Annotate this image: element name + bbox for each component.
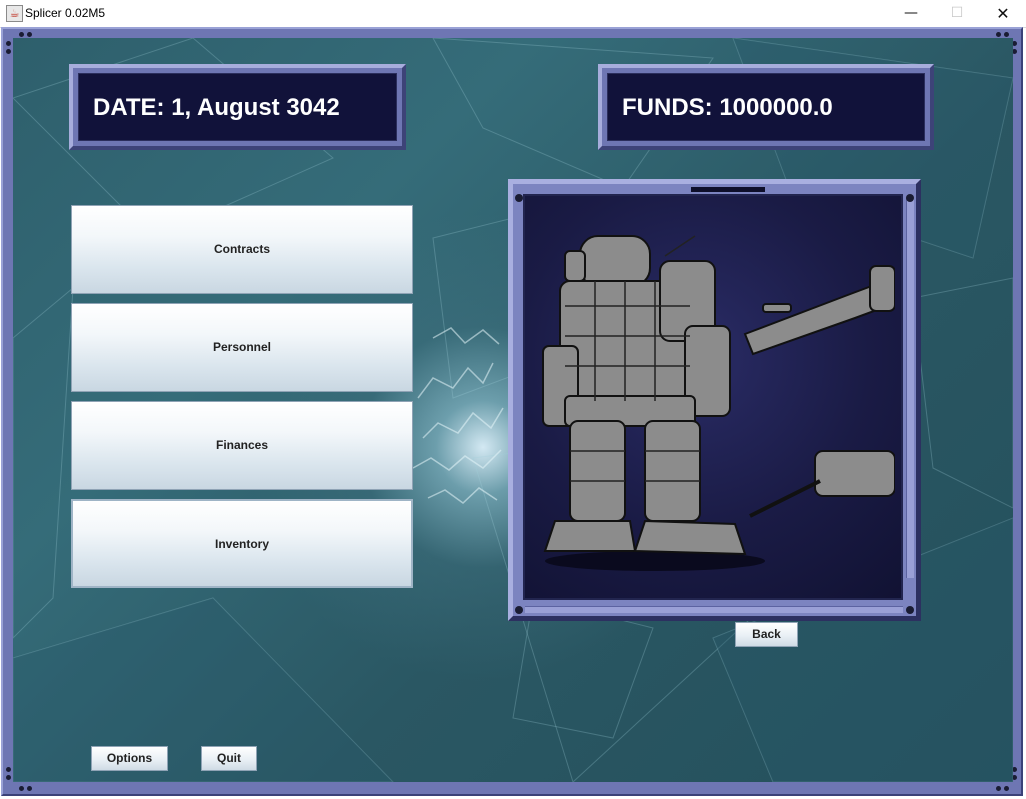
game-area: DATE: 1, August 3042 FUNDS: 1000000.0 Co… [13,38,1013,782]
inventory-button[interactable]: Inventory [71,499,413,588]
rivet-icon [6,767,11,772]
rivet-icon [1004,32,1009,37]
funds-label: FUNDS: 1000000.0 [622,94,833,121]
funds-panel-inner: FUNDS: 1000000.0 [607,73,925,141]
battlemech-icon [542,235,895,571]
window-title: Splicer 0.02M5 [25,6,106,20]
date-label: DATE: 1, August 3042 [93,94,340,121]
rivet-icon [6,775,11,780]
rivet-icon [19,786,24,791]
viewer-slot [691,187,765,192]
rivet-icon [27,32,32,37]
funds-panel: FUNDS: 1000000.0 [598,64,934,150]
unit-image-viewer [508,179,921,621]
rivet-icon [27,786,32,791]
back-button[interactable]: Back [735,622,798,647]
options-button[interactable]: Options [91,746,168,771]
date-panel-inner: DATE: 1, August 3042 [78,73,397,141]
rivet-icon [996,32,1001,37]
rivet-icon [1004,786,1009,791]
rivet-icon [6,49,11,54]
java-cup-icon: ☕ [6,5,23,22]
rivet-icon [906,194,914,202]
rivet-icon [19,32,24,37]
maximize-button[interactable]: ☐ [934,0,980,27]
date-panel: DATE: 1, August 3042 [69,64,406,150]
title-bar: ☕ Splicer 0.02M5 — ☐ ✕ [0,0,1026,28]
close-button[interactable]: ✕ [980,0,1026,27]
battlemech-image [523,194,903,600]
quit-button[interactable]: Quit [201,746,257,771]
viewer-rail-right [906,198,914,578]
finances-button[interactable]: Finances [71,401,413,490]
minimize-button[interactable]: — [888,0,934,27]
rivet-icon [515,606,523,614]
viewer-rail-bottom [525,606,903,613]
rivet-icon [996,786,1001,791]
rivet-icon [515,194,523,202]
rivet-icon [6,41,11,46]
rivet-icon [906,606,914,614]
contracts-button[interactable]: Contracts [71,205,413,294]
personnel-button[interactable]: Personnel [71,303,413,392]
